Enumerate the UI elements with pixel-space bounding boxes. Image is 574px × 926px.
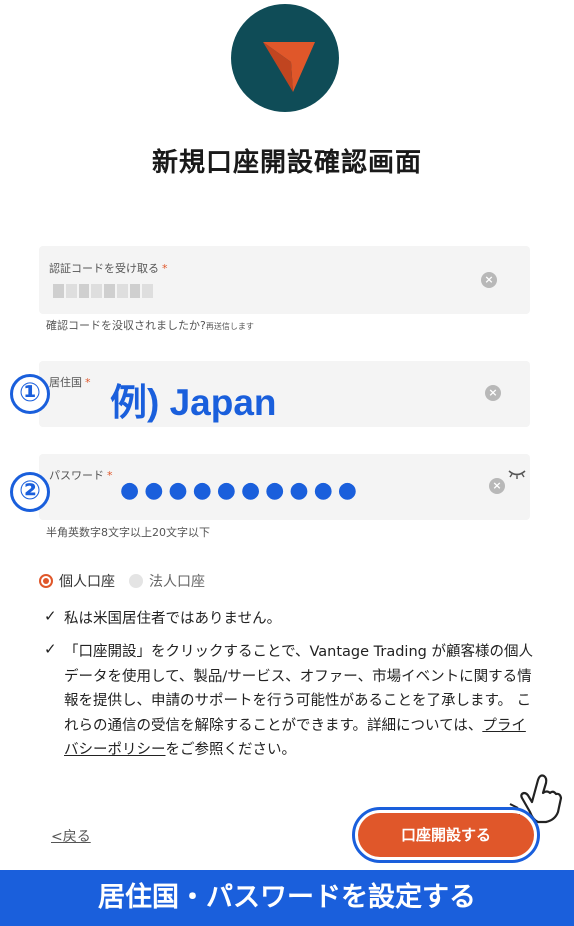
close-circle-icon[interactable]: × <box>489 478 505 494</box>
country-example: 例) Japan <box>110 382 277 423</box>
consent-after: をご参照ください。 <box>165 742 297 758</box>
back-link[interactable]: <戻る <box>51 826 91 846</box>
password-hint: 半角英数字8文字以上20文字以下 <box>46 526 210 539</box>
page-title: 新規口座開設確認画面 <box>151 148 422 178</box>
code-hint-text: 確認コードを没収されましたか? <box>46 319 206 332</box>
individual-label[interactable]: 個人口座 <box>59 571 115 591</box>
required-mark: * <box>107 469 113 482</box>
consent-before: 「口座開設」をクリックすることで、Vantage Trading が顧客様の個人… <box>64 644 533 734</box>
radio-corporate[interactable] <box>129 574 143 588</box>
checkmark-icon[interactable]: ✓ <box>44 607 60 632</box>
radio-individual[interactable] <box>39 574 53 588</box>
corporate-label[interactable]: 法人口座 <box>149 571 205 591</box>
close-circle-icon[interactable]: × <box>485 385 501 401</box>
country-label: 居住国 <box>49 376 82 389</box>
checkmark-icon[interactable]: ✓ <box>44 640 60 763</box>
code-hint: 確認コードを没収されましたか?再送信します <box>46 317 254 333</box>
masked-code-value <box>53 284 153 298</box>
consent-text: 「口座開設」をクリックすることで、Vantage Trading が顧客様の個人… <box>64 640 540 763</box>
verification-code-label: 認証コードを受け取る <box>49 262 159 275</box>
close-circle-icon[interactable]: × <box>481 272 497 288</box>
eye-closed-icon[interactable] <box>507 468 527 480</box>
us-resident-label: 私は米国居住者ではありません。 <box>64 611 282 627</box>
us-resident-check-row[interactable]: ✓ 私は米国居住者ではありません。 <box>44 607 540 632</box>
required-mark: * <box>162 262 168 275</box>
submit-highlight: 口座開設する <box>352 807 540 863</box>
brand-logo <box>231 4 339 112</box>
consent-check-row[interactable]: ✓ 「口座開設」をクリックすることで、Vantage Trading が顧客様の… <box>44 640 540 763</box>
vantage-arrow-icon <box>263 42 315 92</box>
step-one-badge: ① <box>10 374 50 414</box>
resend-link[interactable]: 再送信します <box>206 322 254 331</box>
instruction-banner: 居住国・パスワードを設定する <box>0 870 574 926</box>
password-label: パスワード <box>49 469 104 482</box>
account-type-group: 個人口座 法人口座 <box>39 571 205 591</box>
required-mark: * <box>85 376 91 389</box>
step-two-badge: ② <box>10 472 50 512</box>
verification-code-field[interactable]: 認証コードを受け取る * × <box>39 246 530 314</box>
password-mask: ●●●●●●●●●● <box>120 478 362 503</box>
open-account-button[interactable]: 口座開設する <box>358 813 534 857</box>
